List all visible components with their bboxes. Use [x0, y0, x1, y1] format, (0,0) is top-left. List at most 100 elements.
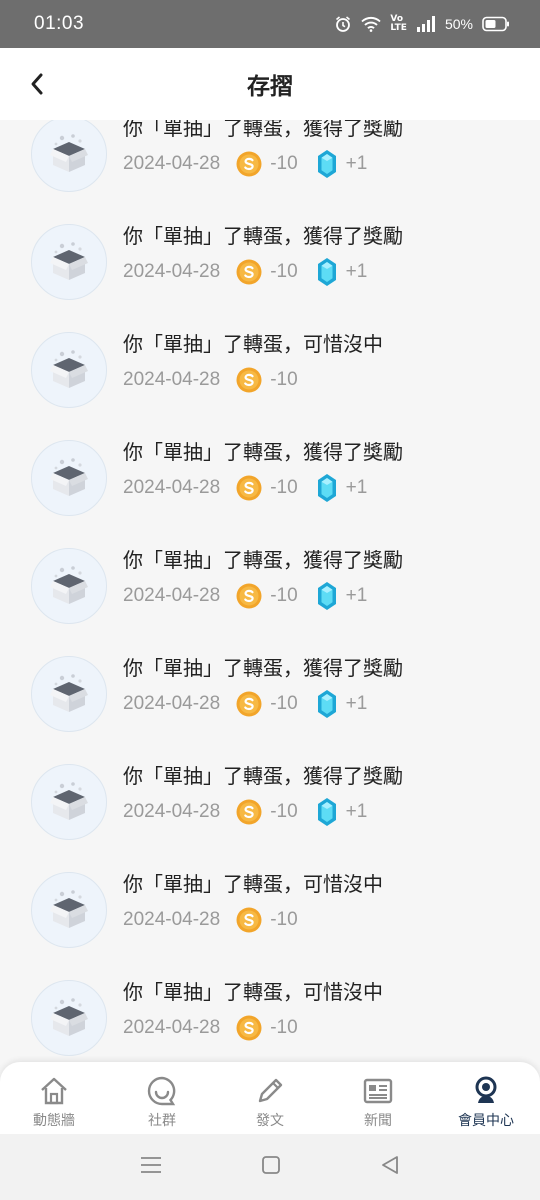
record-date: 2024-04-28 — [123, 693, 221, 714]
gift-box-icon — [31, 548, 107, 624]
nav-item-member[interactable]: 會員中心 — [432, 1062, 540, 1134]
gift-box-icon — [31, 872, 107, 948]
home-icon — [37, 1074, 71, 1108]
chat-bubble-icon — [145, 1074, 179, 1108]
gem-change: +1 — [345, 153, 368, 174]
list-item[interactable]: 你「單抽」了轉蛋，獲得了獎勵 2024-04-28 -10 +1 — [0, 656, 540, 764]
coin-icon — [236, 1015, 262, 1041]
recent-apps-button[interactable] — [140, 1156, 162, 1178]
record-description: 你「單抽」了轉蛋，獲得了獎勵 — [123, 120, 403, 140]
gem-icon — [317, 690, 336, 718]
transaction-list[interactable]: 你「單抽」了轉蛋，獲得了獎勵 2024-04-28 -10 +1 你「單抽」了轉蛋，獲得… — [0, 120, 540, 1065]
record-description: 你「單抽」了轉蛋，可惜沒中 — [123, 980, 383, 1004]
record-description: 你「單抽」了轉蛋，獲得了獎勵 — [123, 656, 403, 680]
coin-change: -10 — [270, 1017, 298, 1038]
list-item[interactable]: 你「單抽」了轉蛋，獲得了獎勵 2024-04-28 -10 +1 — [0, 120, 540, 224]
gem-change: +1 — [345, 261, 368, 282]
record-date: 2024-04-28 — [123, 801, 221, 822]
coin-change: -10 — [270, 261, 298, 282]
wifi-icon — [361, 16, 382, 32]
record-meta: 2024-04-28 -10 — [123, 1014, 298, 1042]
gift-box-icon — [31, 120, 107, 192]
record-description: 你「單抽」了轉蛋，獲得了獎勵 — [123, 440, 403, 464]
bottom-nav: 動態牆 社群 發文 新聞 會員中心 — [0, 1062, 540, 1134]
record-date: 2024-04-28 — [123, 909, 221, 930]
coin-change: -10 — [270, 153, 298, 174]
status-icons: Vo LTE 50% — [334, 15, 510, 33]
list-item[interactable]: 你「單抽」了轉蛋，獲得了獎勵 2024-04-28 -10 +1 — [0, 224, 540, 332]
record-meta: 2024-04-28 -10 +1 — [123, 474, 367, 502]
gem-change: +1 — [345, 693, 368, 714]
home-system-button[interactable] — [261, 1155, 281, 1179]
square-icon — [262, 1156, 280, 1174]
record-date: 2024-04-28 — [123, 1017, 221, 1038]
record-description: 你「單抽」了轉蛋，獲得了獎勵 — [123, 224, 403, 248]
back-system-button[interactable] — [380, 1155, 400, 1179]
coin-icon — [236, 799, 262, 825]
coin-icon — [236, 691, 262, 717]
list-item[interactable]: 你「單抽」了轉蛋，可惜沒中 2024-04-28 -10 — [0, 332, 540, 440]
record-meta: 2024-04-28 -10 — [123, 366, 298, 394]
volte-icon: Vo LTE — [390, 14, 407, 33]
newspaper-icon — [361, 1074, 395, 1108]
nav-item-newspaper[interactable]: 新聞 — [324, 1062, 432, 1134]
record-description: 你「單抽」了轉蛋，可惜沒中 — [123, 872, 383, 896]
gem-icon — [317, 582, 336, 610]
list-item[interactable]: 你「單抽」了轉蛋，獲得了獎勵 2024-04-28 -10 +1 — [0, 440, 540, 548]
record-meta: 2024-04-28 -10 — [123, 906, 298, 934]
list-item[interactable]: 你「單抽」了轉蛋，可惜沒中 2024-04-28 -10 — [0, 980, 540, 1065]
nav-label: 發文 — [256, 1113, 284, 1129]
nav-label: 動態牆 — [33, 1113, 75, 1129]
record-description: 你「單抽」了轉蛋，獲得了獎勵 — [123, 764, 403, 788]
nav-item-chat-bubble[interactable]: 社群 — [108, 1062, 216, 1134]
battery-icon — [482, 16, 510, 32]
coin-change: -10 — [270, 585, 298, 606]
record-meta: 2024-04-28 -10 +1 — [123, 690, 367, 718]
coin-icon — [236, 259, 262, 285]
nav-label: 社群 — [148, 1113, 176, 1129]
page-title: 存摺 — [247, 74, 293, 100]
gem-icon — [317, 798, 336, 826]
record-meta: 2024-04-28 -10 +1 — [123, 798, 367, 826]
coin-icon — [236, 475, 262, 501]
list-item[interactable]: 你「單抽」了轉蛋，獲得了獎勵 2024-04-28 -10 +1 — [0, 764, 540, 872]
member-icon — [469, 1074, 503, 1108]
gift-box-icon — [31, 224, 107, 300]
list-item[interactable]: 你「單抽」了轉蛋，獲得了獎勵 2024-04-28 -10 +1 — [0, 548, 540, 656]
signal-icon — [416, 16, 436, 32]
alarm-icon — [334, 15, 352, 33]
coin-icon — [236, 367, 262, 393]
gift-box-icon — [31, 764, 107, 840]
back-button[interactable] — [22, 68, 52, 100]
gift-box-icon — [31, 980, 107, 1056]
gift-box-icon — [31, 332, 107, 408]
gem-change: +1 — [345, 801, 368, 822]
gem-icon — [317, 258, 336, 286]
record-date: 2024-04-28 — [123, 585, 221, 606]
gem-change: +1 — [345, 585, 368, 606]
gift-box-icon — [31, 440, 107, 516]
coin-icon — [236, 583, 262, 609]
record-date: 2024-04-28 — [123, 369, 221, 390]
coin-change: -10 — [270, 801, 298, 822]
nav-item-home[interactable]: 動態牆 — [0, 1062, 108, 1134]
record-meta: 2024-04-28 -10 +1 — [123, 582, 367, 610]
coin-icon — [236, 907, 262, 933]
record-meta: 2024-04-28 -10 +1 — [123, 258, 367, 286]
coin-change: -10 — [270, 693, 298, 714]
record-date: 2024-04-28 — [123, 477, 221, 498]
list-item[interactable]: 你「單抽」了轉蛋，可惜沒中 2024-04-28 -10 — [0, 872, 540, 980]
record-description: 你「單抽」了轉蛋，獲得了獎勵 — [123, 548, 403, 572]
menu-lines-icon — [140, 1157, 161, 1173]
gem-change: +1 — [345, 477, 368, 498]
record-meta: 2024-04-28 -10 +1 — [123, 150, 367, 178]
record-date: 2024-04-28 — [123, 153, 221, 174]
pencil-icon — [253, 1074, 287, 1108]
battery-percent: 50% — [444, 16, 473, 32]
coin-icon — [236, 151, 262, 177]
nav-label: 新聞 — [364, 1113, 392, 1129]
chevron-left-icon — [31, 73, 43, 95]
coin-change: -10 — [270, 909, 298, 930]
nav-item-pencil[interactable]: 發文 — [216, 1062, 324, 1134]
coin-change: -10 — [270, 369, 298, 390]
